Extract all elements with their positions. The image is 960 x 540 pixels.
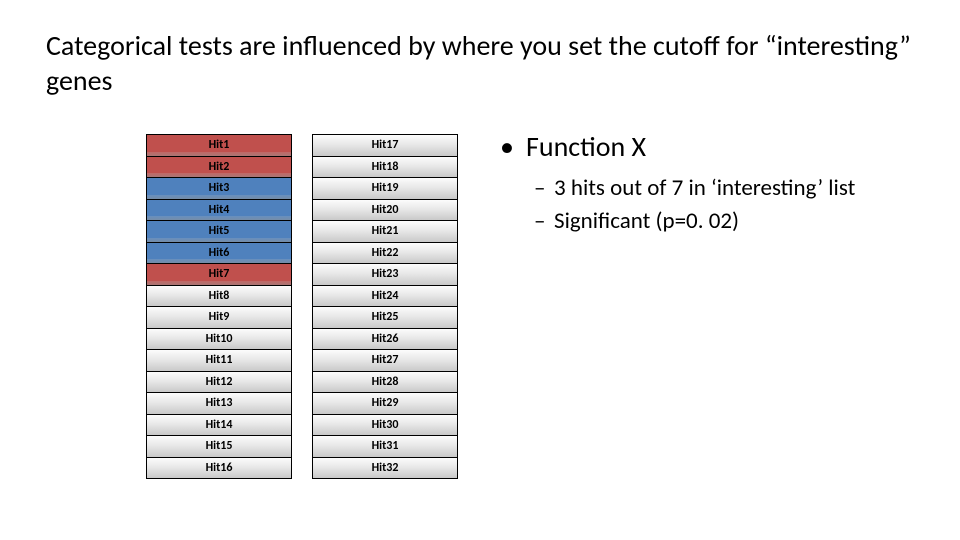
hit-cell: Hit22 <box>312 242 458 265</box>
bullet-l1-text: Function X <box>526 129 646 164</box>
hits-column-2: Hit17Hit18Hit19Hit20Hit21Hit22Hit23Hit24… <box>312 134 458 479</box>
hit-cell: Hit27 <box>312 349 458 372</box>
hit-cell: Hit14 <box>146 414 292 437</box>
hit-cell: Hit13 <box>146 392 292 415</box>
hit-cell: Hit23 <box>312 263 458 286</box>
hit-cell: Hit28 <box>312 371 458 394</box>
hit-cell: Hit30 <box>312 414 458 437</box>
slide-title: Categorical tests are influenced by wher… <box>46 28 916 98</box>
hit-cell: Hit5 <box>146 220 292 243</box>
hit-cell: Hit25 <box>312 306 458 329</box>
hit-cell: Hit1 <box>146 134 292 157</box>
hits-table: Hit1Hit2Hit3Hit4Hit5Hit6Hit7Hit8Hit9Hit1… <box>146 134 458 479</box>
hit-cell: Hit20 <box>312 199 458 222</box>
hit-cell: Hit7 <box>146 263 292 286</box>
hit-cell: Hit10 <box>146 328 292 351</box>
slide: Categorical tests are influenced by wher… <box>0 0 960 540</box>
hit-cell: Hit3 <box>146 177 292 200</box>
bullet-level2: Significant (p=0. 02) <box>500 207 920 237</box>
hit-cell: Hit29 <box>312 392 458 415</box>
hit-cell: Hit31 <box>312 435 458 458</box>
hit-cell: Hit32 <box>312 457 458 480</box>
hit-cell: Hit26 <box>312 328 458 351</box>
hit-cell: Hit15 <box>146 435 292 458</box>
hit-cell: Hit19 <box>312 177 458 200</box>
hit-cell: Hit18 <box>312 156 458 179</box>
hit-cell: Hit6 <box>146 242 292 265</box>
hit-cell: Hit16 <box>146 457 292 480</box>
hit-cell: Hit17 <box>312 134 458 157</box>
hit-cell: Hit21 <box>312 220 458 243</box>
bullet-l2b-text: Significant (p=0. 02) <box>554 207 739 235</box>
hit-cell: Hit4 <box>146 199 292 222</box>
bullet-list: Function X 3 hits out of 7 in ‘interesti… <box>500 130 920 241</box>
hit-cell: Hit11 <box>146 349 292 372</box>
hit-cell: Hit24 <box>312 285 458 308</box>
hit-cell: Hit12 <box>146 371 292 394</box>
hit-cell: Hit8 <box>146 285 292 308</box>
bullet-l2a-text: 3 hits out of 7 in ‘interesting’ list <box>554 174 855 202</box>
hit-cell: Hit2 <box>146 156 292 179</box>
bullet-level2: 3 hits out of 7 in ‘interesting’ list <box>500 174 920 204</box>
hit-cell: Hit9 <box>146 306 292 329</box>
bullet-level1: Function X <box>500 130 920 164</box>
hits-column-1: Hit1Hit2Hit3Hit4Hit5Hit6Hit7Hit8Hit9Hit1… <box>146 134 292 479</box>
